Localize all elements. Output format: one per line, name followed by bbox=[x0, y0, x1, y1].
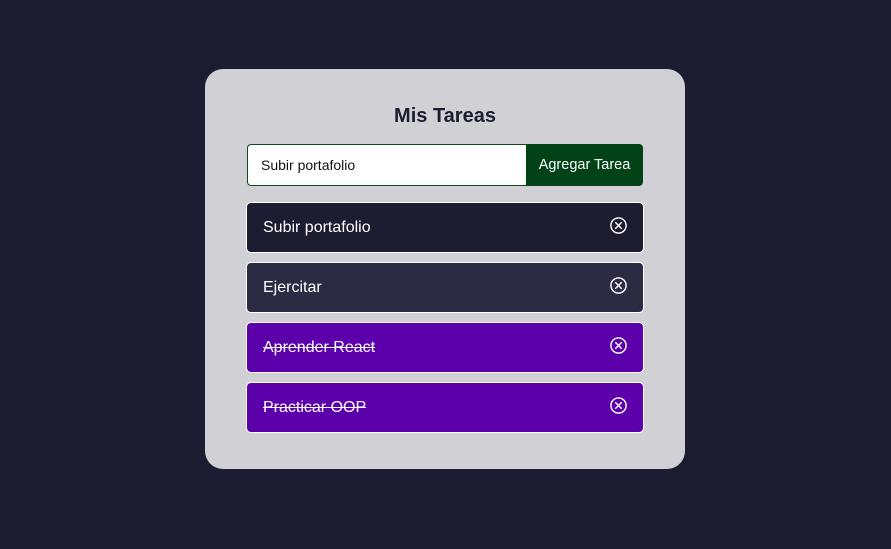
task-list: Subir portafolio Ejercitar Aprender Reac… bbox=[246, 202, 644, 442]
close-circle-icon[interactable] bbox=[609, 276, 628, 295]
task-card: Mis Tareas Agregar Tarea Subir portafoli… bbox=[205, 69, 685, 469]
add-task-form: Agregar Tarea bbox=[247, 144, 643, 186]
task-item[interactable]: Ejercitar bbox=[246, 262, 644, 313]
close-circle-icon[interactable] bbox=[609, 336, 628, 355]
task-text: Practicar OOP bbox=[263, 398, 367, 416]
task-text: Aprender React bbox=[263, 338, 376, 356]
task-text: Ejercitar bbox=[263, 278, 322, 296]
task-input[interactable] bbox=[247, 144, 526, 186]
close-circle-icon[interactable] bbox=[609, 216, 628, 235]
close-circle-icon[interactable] bbox=[609, 396, 628, 415]
page-title: Mis Tareas bbox=[394, 105, 496, 127]
task-item-completed[interactable]: Aprender React bbox=[246, 322, 644, 373]
add-task-button[interactable]: Agregar Tarea bbox=[526, 144, 643, 186]
task-item[interactable]: Subir portafolio bbox=[246, 202, 644, 253]
task-item-completed[interactable]: Practicar OOP bbox=[246, 382, 644, 433]
task-text: Subir portafolio bbox=[263, 218, 371, 236]
